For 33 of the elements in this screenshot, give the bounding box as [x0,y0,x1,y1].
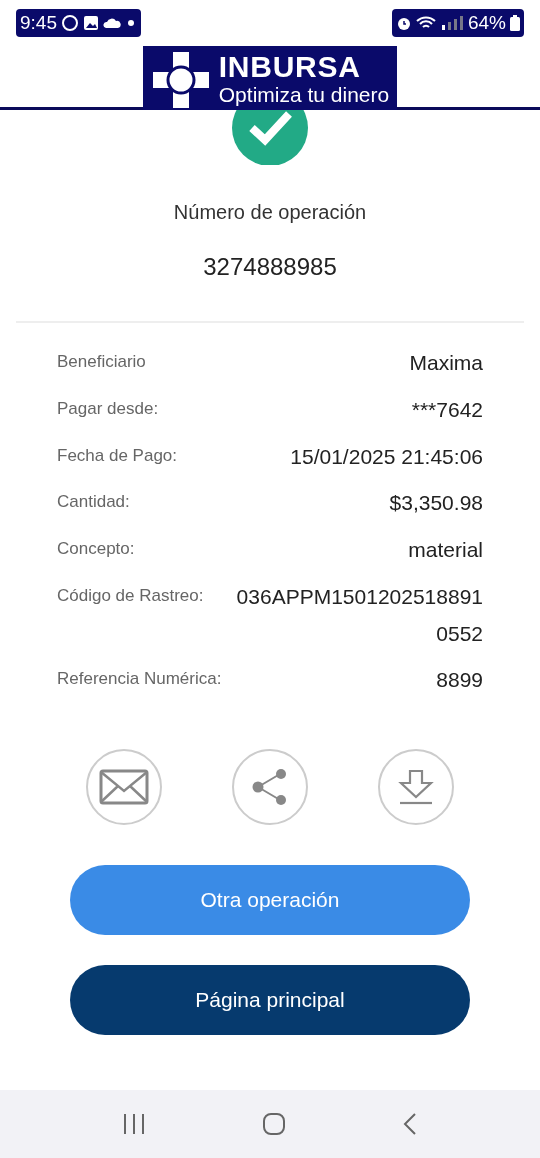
detail-value: Maxima [409,350,483,376]
detail-label: Fecha de Pago: [57,444,178,467]
home-button[interactable]: Página principal [70,965,470,1035]
image-icon [83,15,99,31]
success-check-icon [232,110,308,165]
detail-label: Concepto: [57,538,135,560]
detail-value: $3,350.98 [389,490,483,517]
detail-label: Beneficiario [57,351,146,373]
brand-slogan: Optimiza tu dinero [218,81,390,108]
signal-icon [439,15,464,31]
detail-value: 15/01/2025 21:45:06 [290,443,483,470]
detail-value: material [408,537,483,563]
alarm-icon [395,15,412,31]
cloud-icon [103,17,121,29]
recents-icon [122,1113,146,1135]
dot-icon [125,17,137,29]
back-icon [402,1112,418,1136]
battery-percent: 64% [467,10,506,35]
battery-icon [510,15,520,31]
detail-label: Pagar desde: [57,397,159,420]
status-time: 9:45 [20,10,57,35]
detail-value: 036APPM1501202518891 0552 [235,583,483,647]
detail-label: Código de Rastreo: [57,584,204,607]
detail-label: Cantidad: [57,491,130,514]
detail-value: ***7642 [411,396,483,423]
operation-number: 3274888985 [203,252,337,282]
home-icon [262,1112,286,1136]
detail-label: Referencia Numérica: [57,668,222,691]
download-icon [398,769,434,805]
operation-label: Número de operación [173,200,367,225]
detail-value: 8899 [436,667,483,694]
brand-name: INBURSA [218,51,361,82]
envelope-icon [99,769,149,805]
